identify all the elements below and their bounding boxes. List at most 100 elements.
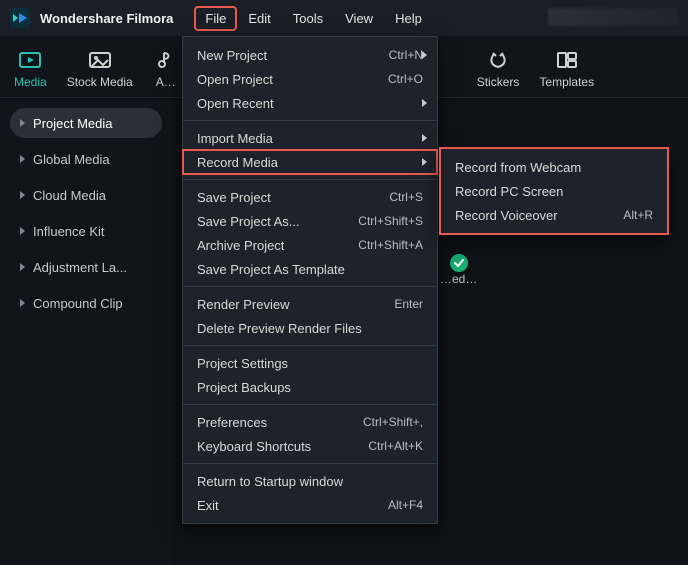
media-icon bbox=[17, 49, 43, 71]
file-menu-render-preview[interactable]: Render Preview Enter bbox=[183, 292, 437, 316]
file-menu-archive-project[interactable]: Archive Project Ctrl+Shift+A bbox=[183, 233, 437, 257]
menu-separator bbox=[183, 179, 437, 180]
menu-row-label: New Project bbox=[197, 48, 267, 63]
sidebar-item-label: Influence Kit bbox=[33, 224, 105, 239]
sidebar-item-label: Project Media bbox=[33, 116, 112, 131]
menubar: Wondershare Filmora FileEditToolsViewHel… bbox=[0, 0, 688, 36]
chevron-right-icon bbox=[20, 299, 25, 307]
templates-icon bbox=[554, 49, 580, 71]
chevron-right-icon bbox=[20, 191, 25, 199]
toolbar-label: Stickers bbox=[477, 75, 520, 89]
chevron-right-icon bbox=[422, 99, 427, 107]
sidebar-item-label: Global Media bbox=[33, 152, 110, 167]
menu-separator bbox=[183, 120, 437, 121]
menu-row-shortcut: Alt+R bbox=[623, 208, 653, 222]
menu-row-shortcut: Ctrl+Shift+, bbox=[363, 415, 423, 429]
audio-icon bbox=[153, 49, 179, 71]
sidebar-item-compound-clip[interactable]: Compound Clip bbox=[10, 288, 162, 318]
record-submenu-record-from-webcam[interactable]: Record from Webcam bbox=[441, 155, 667, 179]
menu-row-label: Save Project As Template bbox=[197, 262, 345, 277]
file-menu-open-recent[interactable]: Open Recent bbox=[183, 91, 437, 115]
toolbar-templates[interactable]: Templates bbox=[539, 49, 594, 89]
record-media-submenu: Record from Webcam Record PC Screen Record… bbox=[440, 148, 668, 234]
file-menu-save-project-as[interactable]: Save Project As... Ctrl+Shift+S bbox=[183, 209, 437, 233]
menu-item-file[interactable]: File bbox=[195, 7, 236, 30]
toolbar-stock-media[interactable]: Stock Media bbox=[67, 49, 133, 89]
menu-item-tools[interactable]: Tools bbox=[283, 7, 333, 30]
sidebar-item-label: Cloud Media bbox=[33, 188, 106, 203]
menu-row-shortcut: Enter bbox=[394, 297, 423, 311]
menu-row-label: Save Project As... bbox=[197, 214, 300, 229]
menu-row-shortcut: Ctrl+Shift+A bbox=[358, 238, 423, 252]
file-menu-open-project[interactable]: Open Project Ctrl+O bbox=[183, 67, 437, 91]
menu-row-shortcut: Ctrl+Shift+S bbox=[358, 214, 423, 228]
file-menu-save-project-as-template[interactable]: Save Project As Template bbox=[183, 257, 437, 281]
file-menu-project-backups[interactable]: Project Backups bbox=[183, 375, 437, 399]
sidebar-item-adjustment-la[interactable]: Adjustment La... bbox=[10, 252, 162, 282]
menubar-items: FileEditToolsViewHelp bbox=[195, 7, 431, 30]
chevron-right-icon bbox=[20, 263, 25, 271]
file-menu-return-to-startup-window[interactable]: Return to Startup window bbox=[183, 469, 437, 493]
app-logo-icon bbox=[10, 8, 30, 28]
menu-row-label: Open Project bbox=[197, 72, 273, 87]
toolbar-label: Media bbox=[14, 75, 47, 89]
menu-row-label: Save Project bbox=[197, 190, 271, 205]
stock-icon bbox=[87, 49, 113, 71]
sidebar-item-project-media[interactable]: Project Media bbox=[10, 108, 162, 138]
menu-separator bbox=[183, 463, 437, 464]
file-menu-import-media[interactable]: Import Media bbox=[183, 126, 437, 150]
menu-row-shortcut: Ctrl+S bbox=[389, 190, 423, 204]
record-submenu-record-pc-screen[interactable]: Record PC Screen bbox=[441, 179, 667, 203]
titlebar-blur-region bbox=[548, 8, 678, 26]
chevron-right-icon bbox=[422, 51, 427, 59]
toolbar-label: Stock Media bbox=[67, 75, 133, 89]
chevron-right-icon bbox=[20, 119, 25, 127]
sidebar-item-label: Compound Clip bbox=[33, 296, 123, 311]
chevron-right-icon bbox=[20, 155, 25, 163]
file-menu-save-project[interactable]: Save Project Ctrl+S bbox=[183, 185, 437, 209]
menu-item-help[interactable]: Help bbox=[385, 7, 432, 30]
menu-row-label: Record from Webcam bbox=[455, 160, 581, 175]
sidebar-item-global-media[interactable]: Global Media bbox=[10, 144, 162, 174]
sidebar-item-influence-kit[interactable]: Influence Kit bbox=[10, 216, 162, 246]
chevron-right-icon bbox=[20, 227, 25, 235]
checkmark-icon bbox=[450, 254, 468, 272]
file-menu-delete-preview-render-files[interactable]: Delete Preview Render Files bbox=[183, 316, 437, 340]
toolbar-stickers[interactable]: Stickers bbox=[477, 49, 520, 89]
menu-row-label: Record PC Screen bbox=[455, 184, 563, 199]
menu-row-label: Archive Project bbox=[197, 238, 284, 253]
toolbar-a-[interactable]: A… bbox=[153, 49, 179, 89]
file-menu-new-project[interactable]: New Project Ctrl+N bbox=[183, 43, 437, 67]
sidebar-item-cloud-media[interactable]: Cloud Media bbox=[10, 180, 162, 210]
chevron-right-icon bbox=[422, 134, 427, 142]
menu-row-shortcut: Ctrl+Alt+K bbox=[368, 439, 423, 453]
toolbar-label: Templates bbox=[539, 75, 594, 89]
file-menu-record-media[interactable]: Record Media bbox=[183, 150, 437, 174]
menu-row-label: Record Voiceover bbox=[455, 208, 558, 223]
menu-row-shortcut: Ctrl+O bbox=[388, 72, 423, 86]
menu-row-label: Render Preview bbox=[197, 297, 290, 312]
menu-item-edit[interactable]: Edit bbox=[238, 7, 280, 30]
file-menu-project-settings[interactable]: Project Settings bbox=[183, 351, 437, 375]
menu-row-label: Project Settings bbox=[197, 356, 288, 371]
sidebar-item-label: Adjustment La... bbox=[33, 260, 127, 275]
menu-row-label: Delete Preview Render Files bbox=[197, 321, 362, 336]
menu-row-label: Open Recent bbox=[197, 96, 274, 111]
menu-row-label: Return to Startup window bbox=[197, 474, 343, 489]
file-menu-keyboard-shortcuts[interactable]: Keyboard Shortcuts Ctrl+Alt+K bbox=[183, 434, 437, 458]
media-thumb[interactable]: …ed… bbox=[440, 254, 477, 286]
menu-row-shortcut: Ctrl+N bbox=[389, 48, 423, 62]
file-menu-exit[interactable]: ExitAlt+F4 bbox=[183, 493, 437, 517]
menu-separator bbox=[183, 286, 437, 287]
menu-row-label: Record Media bbox=[197, 155, 278, 170]
menu-separator bbox=[183, 345, 437, 346]
sidebar: Project Media Global Media Cloud Media Infl… bbox=[0, 98, 172, 565]
menu-item-view[interactable]: View bbox=[335, 7, 383, 30]
toolbar-media[interactable]: Media bbox=[14, 49, 47, 89]
menu-row-label: Keyboard Shortcuts bbox=[197, 439, 311, 454]
chevron-right-icon bbox=[422, 158, 427, 166]
file-menu-preferences[interactable]: PreferencesCtrl+Shift+, bbox=[183, 410, 437, 434]
menu-row-label: Exit bbox=[197, 498, 219, 513]
toolbar-label: A… bbox=[156, 75, 176, 89]
record-submenu-record-voiceover[interactable]: Record Voiceover Alt+R bbox=[441, 203, 667, 227]
